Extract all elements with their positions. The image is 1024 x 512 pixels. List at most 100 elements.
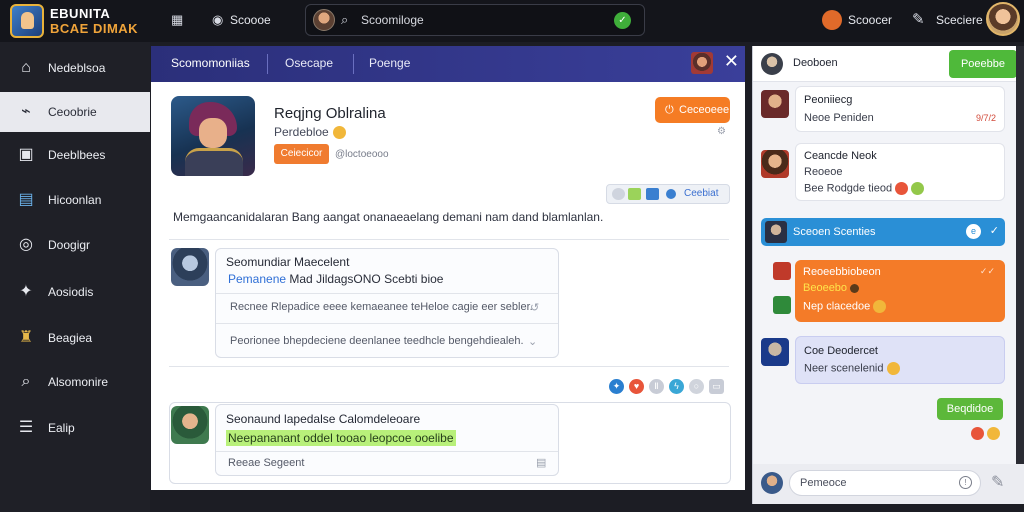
- game-avatar-icon: [822, 10, 842, 30]
- sidebar-item-target[interactable]: ◎ Doogigr: [0, 225, 150, 265]
- avatar[interactable]: [773, 296, 791, 314]
- chat-message: Peoniiecg Neoe Peniden 9/7/2: [795, 86, 1005, 132]
- gear-icon[interactable]: ⚙: [717, 126, 726, 137]
- play-button[interactable]: ⏻ Ceceoeee: [655, 97, 730, 123]
- tab-third[interactable]: Poenge: [369, 56, 410, 70]
- message-text: Neer scenelenid: [804, 362, 900, 375]
- circle-icon[interactable]: [612, 188, 625, 200]
- chat-header: Deoboen Poeebbe: [753, 46, 1021, 82]
- chat-action-button[interactable]: Poeebbe: [949, 50, 1017, 78]
- banner-title: Sceoen Scenties: [793, 226, 876, 238]
- clock-icon[interactable]: !: [959, 476, 972, 489]
- sidebar-item-label: Hicoonlan: [48, 193, 102, 207]
- toolbar-label[interactable]: Ceebiat: [684, 188, 718, 199]
- post-body-text: Mad JildagsONO Scebti bioe: [289, 272, 444, 286]
- trophy-icon: ♜: [18, 329, 34, 346]
- game-cover-image: [171, 96, 255, 176]
- avatar[interactable]: [761, 150, 789, 178]
- tab-avatar[interactable]: [691, 52, 713, 74]
- message-time: 9/7/2: [975, 113, 996, 123]
- tab-second[interactable]: Osecape: [285, 56, 333, 70]
- divider: [216, 293, 558, 294]
- settings-link[interactable]: Sceciere: [936, 13, 983, 27]
- sidebar-item-trophy[interactable]: ♜ Beagiea: [0, 318, 150, 358]
- message-author: Reoeebbiobeon: [803, 266, 881, 278]
- chart-icon: ⌁: [21, 103, 31, 120]
- avatar[interactable]: [171, 406, 209, 444]
- chevron-down-icon[interactable]: ⌄: [528, 335, 537, 348]
- avatar[interactable]: [761, 90, 789, 118]
- avatar[interactable]: [761, 472, 783, 494]
- sidebar-item-pin[interactable]: ✦ Aosiodis: [0, 272, 150, 312]
- sidebar-item-calendar[interactable]: ▣ Deeblbees: [0, 135, 150, 175]
- search-go-icon[interactable]: ✓: [614, 12, 631, 29]
- app-logo[interactable]: EBUNITA BCAE DIMAK: [4, 4, 144, 38]
- avatar[interactable]: [761, 53, 783, 75]
- tab-overview[interactable]: Scomomoniias: [171, 56, 250, 70]
- sidebar-item-charts[interactable]: ⌁ Ceoobrie: [0, 92, 150, 132]
- like-icon[interactable]: ✦: [609, 379, 624, 394]
- share-icon[interactable]: ▭: [709, 379, 724, 394]
- face-icon: [850, 283, 860, 293]
- logo-subtitle: BCAE DIMAK: [50, 21, 139, 36]
- nav-label[interactable]: Scoooe: [230, 13, 271, 27]
- close-icon[interactable]: ✕: [724, 51, 739, 72]
- reply-button[interactable]: Beqdidoe: [937, 398, 1003, 420]
- pin-icon: ✦: [19, 283, 33, 300]
- info-icon[interactable]: e: [966, 224, 981, 239]
- calendar-icon: ▣: [18, 146, 34, 163]
- user-link[interactable]: Scoocer: [848, 13, 892, 27]
- follow-button[interactable]: Ceiecicor: [274, 144, 329, 164]
- post-body: Pemanene Mad JildagsONO Scebti bioe: [228, 272, 443, 286]
- sidebar-item-search[interactable]: ⌕ Alsomonire: [0, 362, 150, 402]
- search-icon: ⌕: [21, 373, 31, 390]
- game-title: Reqjng Oblralina: [274, 105, 386, 122]
- reply-text: Peorionee bhepdeciene deenlanee teedhcle…: [230, 335, 524, 347]
- sidebar-item-home[interactable]: ⌂ Nedeblsoa: [0, 48, 150, 88]
- sidebar-item-photos[interactable]: ▤ Hicoonlan: [0, 180, 150, 220]
- love-icon[interactable]: ♥: [629, 379, 644, 394]
- reply-icon[interactable]: ↺: [530, 301, 539, 314]
- avatar[interactable]: [171, 248, 209, 286]
- sidebar-item-label: Ealip: [48, 421, 75, 435]
- main-panel: Scomomoniias Osecape Poenge ✕ Reqjng Obl…: [151, 46, 745, 490]
- laugh-icon[interactable]: [971, 427, 984, 441]
- avatar[interactable]: [773, 262, 791, 280]
- comment-icon[interactable]: ▤: [536, 456, 546, 469]
- search-bar[interactable]: ⌕ Scoomiloge ✓: [305, 4, 645, 36]
- chat-scrollbar[interactable]: [1016, 46, 1024, 464]
- chat-title: Deoboen: [793, 57, 838, 69]
- bolt-icon[interactable]: ϟ: [669, 379, 684, 394]
- video-icon[interactable]: [646, 188, 659, 200]
- chat-input-bar: Pemeoce ! ✎: [752, 464, 1024, 504]
- globe-icon[interactable]: [666, 189, 676, 199]
- pause-icon[interactable]: Ⅱ: [649, 379, 664, 394]
- sidebar-item-label: Alsomonire: [48, 375, 109, 389]
- circle-icon[interactable]: ○: [689, 379, 704, 394]
- message-input-placeholder: Pemeoce: [800, 477, 847, 489]
- wink-icon[interactable]: [987, 427, 1001, 441]
- highlighted-text: Neepananant oddel tooao leopcoe ooelibe: [226, 430, 456, 446]
- section-banner[interactable]: Sceoen Scenties e ✓: [761, 218, 1005, 246]
- mention-link[interactable]: Pemanene: [228, 272, 286, 286]
- send-icon[interactable]: ✎: [991, 472, 1004, 492]
- home-icon: ⌂: [21, 59, 31, 76]
- message-input[interactable]: Pemeoce !: [789, 470, 981, 496]
- grid-icon[interactable]: ▦: [171, 12, 183, 28]
- sidebar-item-list[interactable]: ☰ Ealip: [0, 408, 150, 448]
- target-icon: ◎: [19, 236, 33, 253]
- circle-icon[interactable]: ◉: [212, 12, 223, 28]
- avatar[interactable]: [761, 338, 789, 366]
- message-text-line: Neer scenelenid: [804, 362, 884, 375]
- image-icon[interactable]: [628, 188, 641, 200]
- divider: [216, 323, 558, 324]
- game-subtitle-text: Perdebloe: [274, 125, 329, 139]
- smile-icon: [332, 126, 346, 140]
- message-author: Coe Deodercet: [804, 345, 878, 357]
- tab-divider: [267, 54, 268, 74]
- sidebar-item-label: Beagiea: [48, 331, 93, 345]
- message-text: Nep clacedoe: [803, 300, 887, 313]
- search-input[interactable]: Scoomiloge: [361, 13, 424, 27]
- user-avatar[interactable]: [986, 2, 1020, 36]
- reply-text: Recnee Rlepadice eeee kemaeanee teHeloe …: [230, 301, 533, 313]
